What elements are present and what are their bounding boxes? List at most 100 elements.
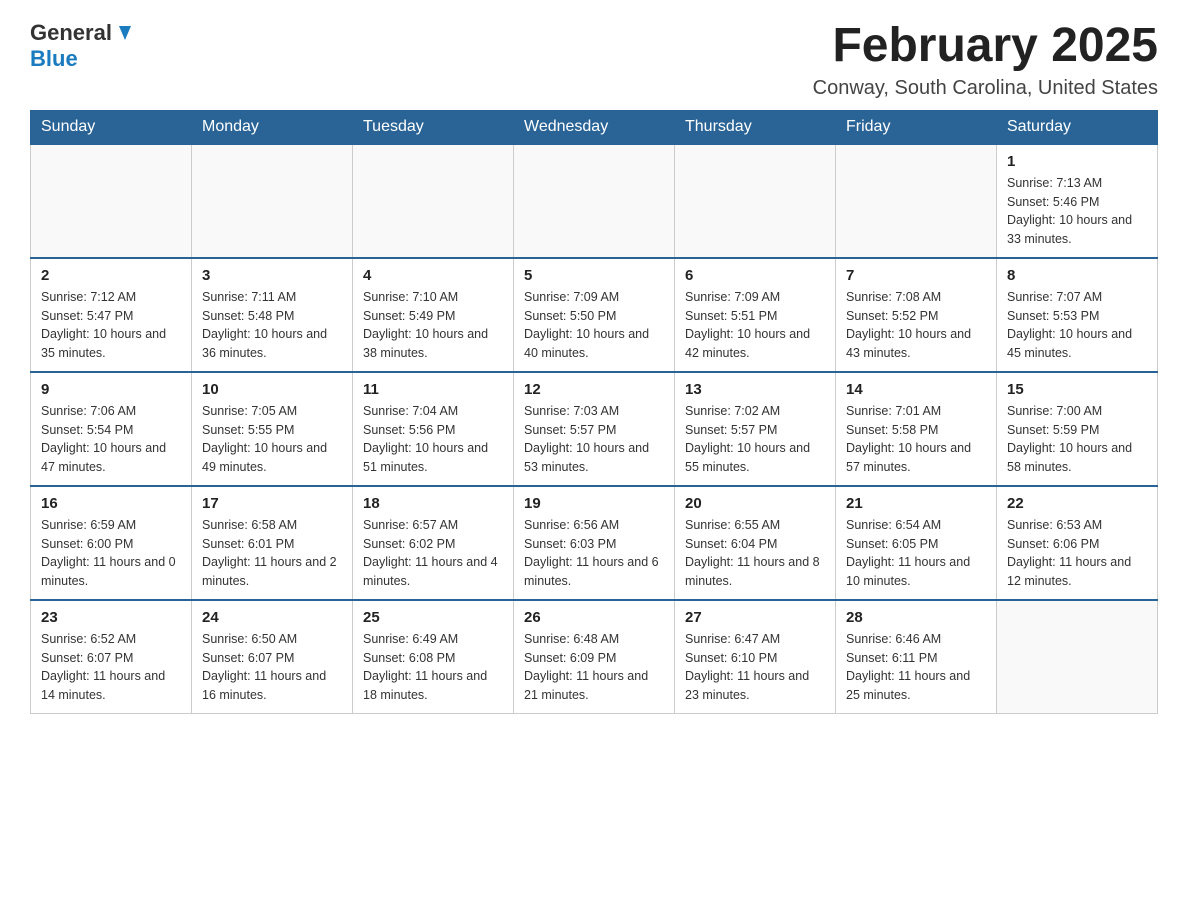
day-info: Sunrise: 7:02 AMSunset: 5:57 PMDaylight:…: [685, 402, 825, 477]
day-info: Sunrise: 6:46 AMSunset: 6:11 PMDaylight:…: [846, 630, 986, 705]
day-number: 20: [685, 495, 825, 512]
calendar-cell: 19 Sunrise: 6:56 AMSunset: 6:03 PMDayligh…: [514, 486, 675, 600]
day-number: 22: [1007, 495, 1147, 512]
calendar-cell: 7 Sunrise: 7:08 AMSunset: 5:52 PMDaylight…: [836, 258, 997, 372]
calendar-cell: 14 Sunrise: 7:01 AMSunset: 5:58 PMDayligh…: [836, 372, 997, 486]
calendar-week-row: 23 Sunrise: 6:52 AMSunset: 6:07 PMDayligh…: [31, 600, 1158, 714]
calendar-cell: 28 Sunrise: 6:46 AMSunset: 6:11 PMDayligh…: [836, 600, 997, 714]
calendar-cell: [353, 144, 514, 258]
calendar-header-wednesday: Wednesday: [514, 110, 675, 145]
calendar-header-friday: Friday: [836, 110, 997, 145]
calendar-cell: 20 Sunrise: 6:55 AMSunset: 6:04 PMDayligh…: [675, 486, 836, 600]
day-number: 13: [685, 381, 825, 398]
day-info: Sunrise: 6:50 AMSunset: 6:07 PMDaylight:…: [202, 630, 342, 705]
day-info: Sunrise: 6:57 AMSunset: 6:02 PMDaylight:…: [363, 516, 503, 591]
logo: General Blue: [30, 20, 136, 72]
day-info: Sunrise: 6:49 AMSunset: 6:08 PMDaylight:…: [363, 630, 503, 705]
calendar-cell: 6Sunrise: 7:09 AMSunset: 5:51 PMDaylight…: [675, 258, 836, 372]
day-info: Sunrise: 6:56 AMSunset: 6:03 PMDaylight:…: [524, 516, 664, 591]
day-number: 7: [846, 267, 986, 284]
calendar-subtitle: Conway, South Carolina, United States: [813, 77, 1158, 100]
calendar-week-row: 1Sunrise: 7:13 AMSunset: 5:46 PMDaylight…: [31, 144, 1158, 258]
day-number: 16: [41, 495, 181, 512]
page-header: General Blue February 2025 Conway, South…: [30, 20, 1158, 100]
day-number: 12: [524, 381, 664, 398]
calendar-cell: [997, 600, 1158, 714]
day-number: 2: [41, 267, 181, 284]
day-number: 1: [1007, 153, 1147, 170]
logo-triangle-icon: [114, 22, 136, 44]
day-number: 21: [846, 495, 986, 512]
day-number: 17: [202, 495, 342, 512]
calendar-cell: [675, 144, 836, 258]
calendar-cell: 12Sunrise: 7:03 AMSunset: 5:57 PMDayligh…: [514, 372, 675, 486]
day-info: Sunrise: 7:01 AMSunset: 5:58 PMDaylight:…: [846, 402, 986, 477]
day-info: Sunrise: 7:10 AMSunset: 5:49 PMDaylight:…: [363, 288, 503, 363]
day-number: 28: [846, 609, 986, 626]
calendar-cell: 5 Sunrise: 7:09 AMSunset: 5:50 PMDaylight…: [514, 258, 675, 372]
day-info: Sunrise: 6:53 AMSunset: 6:06 PMDaylight:…: [1007, 516, 1147, 591]
calendar-header-sunday: Sunday: [31, 110, 192, 145]
calendar-week-row: 16Sunrise: 6:59 AMSunset: 6:00 PMDayligh…: [31, 486, 1158, 600]
day-number: 14: [846, 381, 986, 398]
day-number: 26: [524, 609, 664, 626]
day-info: Sunrise: 6:55 AMSunset: 6:04 PMDaylight:…: [685, 516, 825, 591]
calendar-cell: 21 Sunrise: 6:54 AMSunset: 6:05 PMDayligh…: [836, 486, 997, 600]
day-info: Sunrise: 7:07 AMSunset: 5:53 PMDaylight:…: [1007, 288, 1147, 363]
calendar-week-row: 2Sunrise: 7:12 AMSunset: 5:47 PMDaylight…: [31, 258, 1158, 372]
day-number: 19: [524, 495, 664, 512]
calendar-cell: 18Sunrise: 6:57 AMSunset: 6:02 PMDayligh…: [353, 486, 514, 600]
calendar-cell: 22 Sunrise: 6:53 AMSunset: 6:06 PMDayligh…: [997, 486, 1158, 600]
day-number: 5: [524, 267, 664, 284]
day-info: Sunrise: 7:06 AMSunset: 5:54 PMDaylight:…: [41, 402, 181, 477]
day-info: Sunrise: 7:09 AMSunset: 5:50 PMDaylight:…: [524, 288, 664, 363]
day-info: Sunrise: 7:08 AMSunset: 5:52 PMDaylight:…: [846, 288, 986, 363]
day-number: 9: [41, 381, 181, 398]
day-info: Sunrise: 7:00 AMSunset: 5:59 PMDaylight:…: [1007, 402, 1147, 477]
day-number: 11: [363, 381, 503, 398]
day-info: Sunrise: 6:52 AMSunset: 6:07 PMDaylight:…: [41, 630, 181, 705]
day-info: Sunrise: 6:58 AMSunset: 6:01 PMDaylight:…: [202, 516, 342, 591]
day-info: Sunrise: 6:48 AMSunset: 6:09 PMDaylight:…: [524, 630, 664, 705]
calendar-cell: 24 Sunrise: 6:50 AMSunset: 6:07 PMDayligh…: [192, 600, 353, 714]
calendar-cell: [514, 144, 675, 258]
day-number: 23: [41, 609, 181, 626]
day-number: 8: [1007, 267, 1147, 284]
day-number: 15: [1007, 381, 1147, 398]
calendar-header-monday: Monday: [192, 110, 353, 145]
calendar-cell: 1Sunrise: 7:13 AMSunset: 5:46 PMDaylight…: [997, 144, 1158, 258]
calendar-cell: 25 Sunrise: 6:49 AMSunset: 6:08 PMDayligh…: [353, 600, 514, 714]
title-block: February 2025 Conway, South Carolina, Un…: [813, 20, 1158, 100]
day-number: 10: [202, 381, 342, 398]
day-info: Sunrise: 7:05 AMSunset: 5:55 PMDaylight:…: [202, 402, 342, 477]
calendar-cell: 9 Sunrise: 7:06 AMSunset: 5:54 PMDaylight…: [31, 372, 192, 486]
calendar-cell: 8 Sunrise: 7:07 AMSunset: 5:53 PMDaylight…: [997, 258, 1158, 372]
calendar-header-tuesday: Tuesday: [353, 110, 514, 145]
calendar-header-thursday: Thursday: [675, 110, 836, 145]
calendar-cell: 2Sunrise: 7:12 AMSunset: 5:47 PMDaylight…: [31, 258, 192, 372]
day-number: 24: [202, 609, 342, 626]
calendar-cell: [836, 144, 997, 258]
day-number: 6: [685, 267, 825, 284]
day-info: Sunrise: 6:54 AMSunset: 6:05 PMDaylight:…: [846, 516, 986, 591]
calendar-cell: 16Sunrise: 6:59 AMSunset: 6:00 PMDayligh…: [31, 486, 192, 600]
calendar-cell: 15 Sunrise: 7:00 AMSunset: 5:59 PMDayligh…: [997, 372, 1158, 486]
calendar-cell: 11Sunrise: 7:04 AMSunset: 5:56 PMDayligh…: [353, 372, 514, 486]
day-number: 4: [363, 267, 503, 284]
logo-line1: General: [30, 20, 136, 46]
day-number: 25: [363, 609, 503, 626]
calendar-header-row: SundayMondayTuesdayWednesdayThursdayFrid…: [31, 110, 1158, 145]
calendar-cell: 13 Sunrise: 7:02 AMSunset: 5:57 PMDayligh…: [675, 372, 836, 486]
logo-general-text: General: [30, 20, 112, 46]
logo-blue-label: Blue: [30, 46, 78, 71]
day-number: 27: [685, 609, 825, 626]
day-number: 3: [202, 267, 342, 284]
logo-blue-text: Blue: [30, 46, 78, 72]
calendar-cell: 23 Sunrise: 6:52 AMSunset: 6:07 PMDayligh…: [31, 600, 192, 714]
calendar-cell: 17 Sunrise: 6:58 AMSunset: 6:01 PMDayligh…: [192, 486, 353, 600]
calendar-cell: 26 Sunrise: 6:48 AMSunset: 6:09 PMDayligh…: [514, 600, 675, 714]
calendar-cell: 3Sunrise: 7:11 AMSunset: 5:48 PMDaylight…: [192, 258, 353, 372]
calendar-header-saturday: Saturday: [997, 110, 1158, 145]
calendar-table: SundayMondayTuesdayWednesdayThursdayFrid…: [30, 110, 1158, 714]
calendar-cell: 10 Sunrise: 7:05 AMSunset: 5:55 PMDayligh…: [192, 372, 353, 486]
